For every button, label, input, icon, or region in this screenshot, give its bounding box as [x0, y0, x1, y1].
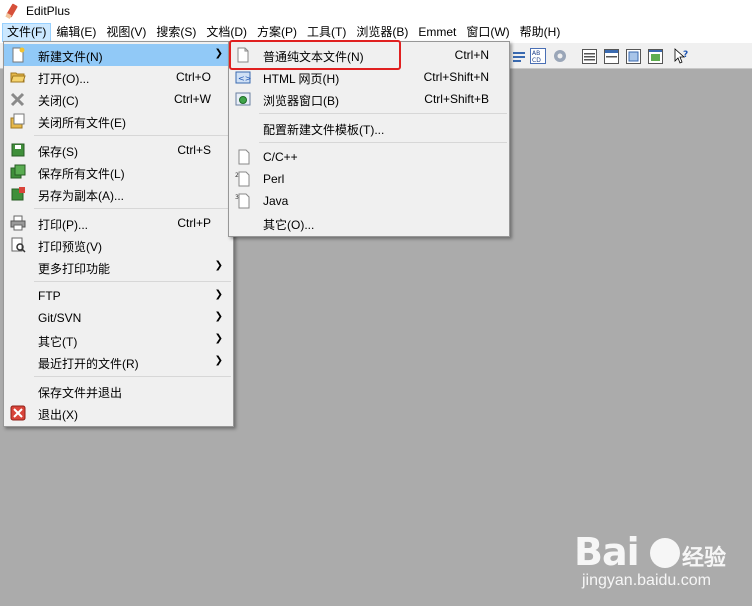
- save-icon: [10, 142, 26, 158]
- menu-item-more-print[interactable]: 更多打印功能 ❯: [4, 256, 233, 278]
- menu-item-save[interactable]: 保存(S) Ctrl+S: [4, 139, 233, 161]
- perl-file-icon: 2: [235, 171, 251, 187]
- menu-separator: [34, 281, 231, 282]
- submenu-arrow-icon: ❯: [214, 355, 223, 366]
- text-file-icon: [235, 47, 251, 63]
- menu-separator: [34, 376, 231, 377]
- menu-emmet[interactable]: Emmet: [413, 23, 461, 42]
- menu-document[interactable]: 文档(D): [201, 23, 252, 42]
- globe-icon: [235, 91, 251, 107]
- watermark-jingyan: 经验: [682, 545, 727, 570]
- split-window-icon[interactable]: [602, 47, 620, 65]
- menu-item-open[interactable]: 打开(O)... Ctrl+O: [4, 66, 233, 88]
- document-view-icon[interactable]: [624, 47, 642, 65]
- save-all-icon: [10, 164, 26, 180]
- paw-icon: [650, 538, 680, 568]
- submenu-arrow-icon: ❯: [214, 260, 223, 271]
- svg-text:CD: CD: [532, 57, 541, 64]
- menu-item-close[interactable]: 关闭(C) Ctrl+W: [4, 88, 233, 110]
- abc-spell-icon[interactable]: AB CD: [529, 47, 547, 65]
- menu-item-git-svn[interactable]: Git/SVN ❯: [4, 307, 233, 329]
- new-file-submenu: 普通纯文本文件(N) Ctrl+N <> HTML 网页(H) Ctrl+Shi…: [228, 41, 510, 237]
- new-file-icon: [10, 47, 26, 63]
- menu-item-ftp[interactable]: FTP ❯: [4, 285, 233, 307]
- svg-text:AB: AB: [532, 50, 540, 57]
- template-number: 3: [235, 194, 239, 201]
- watermark-url: jingyan.baidu.com: [582, 572, 711, 589]
- close-x-icon: [10, 91, 26, 107]
- menu-project[interactable]: 方案(P): [252, 23, 302, 42]
- submenu-arrow-icon: ❯: [214, 289, 223, 300]
- menu-separator: [34, 208, 231, 209]
- menu-separator: [259, 113, 507, 114]
- menu-separator: [34, 135, 231, 136]
- menu-tools[interactable]: 工具(T): [302, 23, 351, 42]
- submenu-item-java[interactable]: 3 Java: [229, 190, 509, 212]
- submenu-item-plain-text[interactable]: 普通纯文本文件(N) Ctrl+N: [229, 44, 509, 66]
- list-window-icon[interactable]: [580, 47, 598, 65]
- menu-item-save-as[interactable]: 另存为副本(A)...: [4, 183, 233, 205]
- menu-help[interactable]: 帮助(H): [515, 23, 566, 42]
- submenu-item-configure-templates[interactable]: 配置新建文件模板(T)...: [229, 117, 509, 139]
- submenu-arrow-icon: ❯: [214, 48, 223, 59]
- help-pointer-icon[interactable]: ?: [672, 47, 690, 65]
- menu-item-recent-files[interactable]: 最近打开的文件(R) ❯: [4, 351, 233, 373]
- menu-item-print-preview[interactable]: 打印预览(V): [4, 234, 233, 256]
- submenu-item-browser-window[interactable]: 浏览器窗口(B) Ctrl+Shift+B: [229, 88, 509, 110]
- menu-item-save-and-exit[interactable]: 保存文件并退出: [4, 380, 233, 402]
- submenu-item-cpp[interactable]: C/C++: [229, 146, 509, 168]
- gear-icon[interactable]: [551, 47, 569, 65]
- submenu-item-html[interactable]: <> HTML 网页(H) Ctrl+Shift+N: [229, 66, 509, 88]
- menu-item-close-all[interactable]: 关闭所有文件(E): [4, 110, 233, 132]
- exit-icon: [10, 405, 26, 421]
- java-file-icon: 3: [235, 193, 251, 209]
- printer-icon: [10, 215, 26, 231]
- menu-search[interactable]: 搜索(S): [151, 23, 201, 42]
- word-wrap-icon[interactable]: [510, 47, 528, 65]
- editplus-app-icon: [4, 3, 20, 19]
- baidu-jingyan-watermark: Bai 经验 jingyan.baidu.com: [574, 530, 744, 600]
- menu-file[interactable]: 文件(F): [2, 23, 52, 42]
- menu-item-save-all[interactable]: 保存所有文件(L): [4, 161, 233, 183]
- menu-separator: [259, 142, 507, 143]
- menu-item-new-file[interactable]: 新建文件(N) ❯: [4, 44, 233, 66]
- cpp-file-icon: [235, 149, 251, 165]
- submenu-arrow-icon: ❯: [214, 311, 223, 322]
- print-preview-icon: [10, 237, 26, 253]
- menu-item-print[interactable]: 打印(P)... Ctrl+P: [4, 212, 233, 234]
- save-as-icon: [10, 186, 26, 202]
- menu-bar: 文件(F) 编辑(E) 视图(V) 搜索(S) 文档(D) 方案(P) 工具(T…: [0, 22, 752, 43]
- file-menu: 新建文件(N) ❯ 打开(O)... Ctrl+O 关闭(C) Ctrl+W 关…: [3, 41, 234, 427]
- menu-item-other[interactable]: 其它(T) ❯: [4, 329, 233, 351]
- svg-text:?: ?: [683, 50, 688, 60]
- html-file-icon: <>: [235, 69, 251, 85]
- submenu-item-perl[interactable]: 2 Perl: [229, 168, 509, 190]
- window-title: EditPlus: [26, 4, 71, 18]
- menu-item-exit[interactable]: 退出(X): [4, 402, 233, 424]
- watermark-logo: Bai: [574, 530, 640, 574]
- menu-edit[interactable]: 编辑(E): [51, 23, 101, 42]
- close-all-icon: [10, 113, 26, 129]
- submenu-arrow-icon: ❯: [214, 333, 223, 344]
- title-bar: EditPlus: [0, 0, 752, 22]
- menu-window[interactable]: 窗口(W): [461, 23, 514, 42]
- menu-browser[interactable]: 浏览器(B): [351, 23, 413, 42]
- submenu-item-other[interactable]: 其它(O)...: [229, 212, 509, 234]
- menu-view[interactable]: 视图(V): [101, 23, 151, 42]
- image-window-icon[interactable]: [646, 47, 664, 65]
- open-folder-icon: [10, 69, 26, 85]
- template-number: 2: [235, 172, 239, 179]
- svg-text:<>: <>: [238, 74, 251, 83]
